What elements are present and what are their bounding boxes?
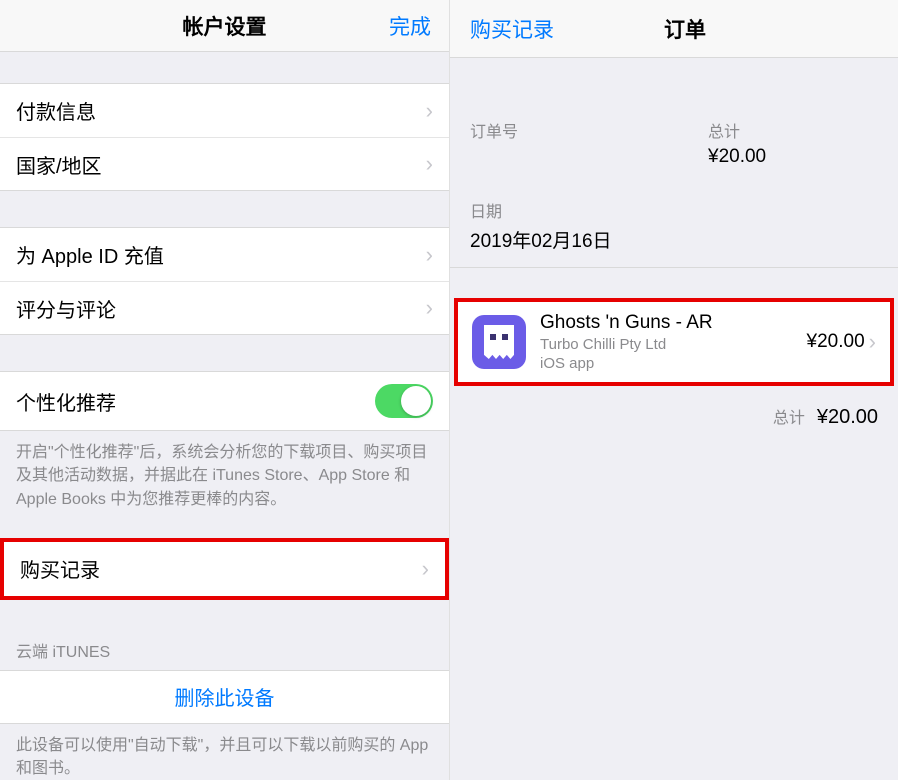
right-header: 购买记录 订单	[450, 0, 898, 58]
total-label: 总计	[708, 118, 878, 142]
cloud-section-header: 云端 iTUNES	[0, 620, 449, 670]
total-value: ¥20.00	[708, 146, 878, 168]
personalized-row: 个性化推荐	[0, 371, 449, 431]
item-kind: iOS app	[540, 355, 807, 372]
chevron-right-icon: ›	[426, 295, 433, 321]
chevron-right-icon: ›	[422, 556, 429, 582]
order-title: 订单	[664, 14, 706, 44]
payment-info-label: 付款信息	[16, 96, 96, 125]
cloud-footer: 此设备可以使用"自动下载"，并且可以下载以前购买的 App 和图书。	[0, 724, 449, 780]
totals-row: 总计 ¥20.00	[450, 386, 898, 447]
ratings-label: 评分与评论	[16, 294, 116, 323]
ratings-row[interactable]: 评分与评论 ›	[0, 281, 449, 335]
payment-info-row[interactable]: 付款信息 ›	[0, 83, 449, 137]
personalized-toggle[interactable]	[375, 384, 433, 418]
order-meta: 订单号 总计 ¥20.00 日期 2019年02月16日	[450, 58, 898, 268]
totals-value: ¥20.00	[817, 406, 878, 429]
remove-device-row[interactable]: 删除此设备	[0, 670, 449, 724]
topup-label: 为 Apple ID 充值	[16, 240, 164, 269]
done-button[interactable]: 完成	[389, 11, 431, 41]
group-payment-country: 付款信息 › 国家/地区 ›	[0, 83, 449, 191]
chevron-right-icon: ›	[426, 242, 433, 268]
item-text: Ghosts 'n Guns - AR Turbo Chilli Pty Ltd…	[540, 312, 807, 372]
order-item-row[interactable]: Ghosts 'n Guns - AR Turbo Chilli Pty Ltd…	[454, 298, 894, 386]
totals-label: 总计	[773, 404, 805, 428]
left-header: 帐户设置 完成	[0, 0, 449, 52]
country-region-row[interactable]: 国家/地区 ›	[0, 137, 449, 191]
date-label: 日期	[470, 198, 878, 222]
chevron-right-icon: ›	[869, 329, 876, 355]
chevron-right-icon: ›	[426, 151, 433, 177]
order-no-label: 订单号	[470, 118, 518, 142]
group-personalized: 个性化推荐	[0, 371, 449, 431]
personalized-label: 个性化推荐	[16, 387, 116, 416]
group-purchase-history: 购买记录 ›	[0, 538, 449, 600]
item-developer: Turbo Chilli Pty Ltd	[540, 336, 807, 353]
purchase-history-label: 购买记录	[20, 554, 100, 583]
ghost-icon	[484, 325, 514, 359]
purchase-history-row[interactable]: 购买记录 ›	[4, 542, 445, 596]
item-price: ¥20.00	[807, 331, 865, 353]
account-settings-panel: 帐户设置 完成 付款信息 › 国家/地区 › 为 Apple ID 充值 › 评…	[0, 0, 449, 780]
app-icon	[472, 315, 526, 369]
item-title: Ghosts 'n Guns - AR	[540, 312, 807, 334]
back-button[interactable]: 购买记录	[470, 14, 554, 44]
remove-device-label: 删除此设备	[175, 682, 275, 711]
country-region-label: 国家/地区	[16, 150, 102, 179]
chevron-right-icon: ›	[426, 98, 433, 124]
order-detail-panel: 购买记录 订单 订单号 总计 ¥20.00 日期 2019年02月16日	[449, 0, 898, 780]
group-cloud: 删除此设备	[0, 670, 449, 724]
group-topup-ratings: 为 Apple ID 充值 › 评分与评论 ›	[0, 227, 449, 335]
date-value: 2019年02月16日	[470, 226, 878, 253]
personalized-footer: 开启"个性化推荐"后，系统会分析您的下载项目、购买项目及其他活动数据，并据此在 …	[0, 431, 449, 511]
topup-row[interactable]: 为 Apple ID 充值 ›	[0, 227, 449, 281]
page-title: 帐户设置	[183, 11, 267, 41]
